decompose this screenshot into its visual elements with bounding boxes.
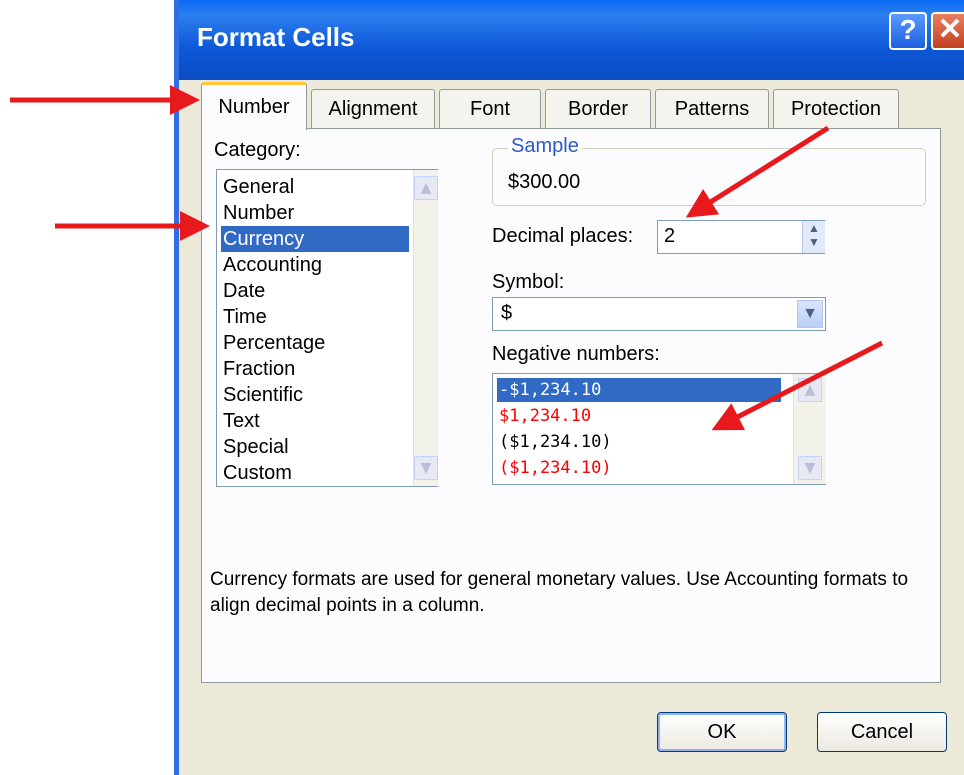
category-label: Category:: [214, 139, 301, 161]
category-item[interactable]: Scientific: [221, 382, 303, 408]
negative-numbers-label: Negative numbers:: [492, 343, 660, 365]
help-button[interactable]: ?: [889, 12, 927, 50]
category-item[interactable]: Currency: [221, 226, 409, 252]
negative-numbers-scrollbar[interactable]: ▲ ▼: [793, 374, 826, 484]
close-button[interactable]: ✕: [931, 12, 964, 50]
scroll-down-arrow-icon[interactable]: ▼: [414, 456, 438, 480]
symbol-label: Symbol:: [492, 271, 565, 293]
negative-number-option[interactable]: -$1,234.10: [497, 378, 781, 402]
chevron-down-icon[interactable]: ▼: [797, 300, 823, 328]
tab-patterns[interactable]: Patterns: [655, 89, 769, 129]
sample-value: $300.00: [508, 171, 581, 193]
category-item[interactable]: Number: [221, 200, 294, 226]
negative-numbers-listbox[interactable]: -$1,234.10 $1,234.10 ($1,234.10) ($1,234.10…: [492, 373, 826, 485]
tab-border[interactable]: Border: [545, 89, 651, 129]
cancel-button[interactable]: Cancel: [817, 712, 947, 752]
category-item[interactable]: Custom: [221, 460, 292, 486]
decimal-places-value: 2: [664, 225, 676, 247]
ok-button[interactable]: OK: [657, 712, 787, 752]
number-tab-panel: Category: General Number Currency Accountin…: [201, 128, 941, 683]
symbol-value: $: [501, 302, 513, 324]
decimal-places-label: Decimal places:: [492, 225, 634, 247]
scroll-up-arrow-icon[interactable]: ▲: [798, 378, 822, 402]
spin-up-icon[interactable]: ▲: [803, 221, 825, 235]
decimal-places-spinner[interactable]: ▲ ▼: [802, 221, 825, 253]
tab-number[interactable]: Number: [201, 82, 307, 130]
tab-strip: Number Alignment Font Border Patterns Pr…: [201, 82, 961, 130]
tab-alignment[interactable]: Alignment: [311, 89, 435, 129]
category-item[interactable]: Accounting: [221, 252, 322, 278]
category-item[interactable]: Fraction: [221, 356, 295, 382]
negative-number-option[interactable]: ($1,234.10): [497, 456, 612, 480]
tab-font[interactable]: Font: [439, 89, 541, 129]
category-item[interactable]: Date: [221, 278, 265, 304]
scroll-down-arrow-icon[interactable]: ▼: [798, 456, 822, 480]
negative-number-option[interactable]: $1,234.10: [497, 404, 591, 428]
format-cells-dialog: Format Cells ? ✕ Number Alignment Font B…: [174, 0, 964, 775]
category-item[interactable]: Text: [221, 408, 260, 434]
category-item[interactable]: Percentage: [221, 330, 325, 356]
category-item[interactable]: Special: [221, 434, 289, 460]
spin-down-icon[interactable]: ▼: [803, 235, 825, 249]
category-listbox[interactable]: General Number Currency Accounting Date Time P…: [216, 169, 438, 487]
sample-label: Sample: [508, 135, 582, 158]
negative-number-option[interactable]: ($1,234.10): [497, 430, 612, 454]
scroll-up-arrow-icon[interactable]: ▲: [414, 176, 438, 200]
decimal-places-input[interactable]: 2 ▲ ▼: [657, 220, 825, 254]
dialog-title: Format Cells: [197, 22, 355, 52]
category-item[interactable]: Time: [221, 304, 267, 330]
category-item[interactable]: General: [221, 174, 294, 200]
category-scrollbar[interactable]: ▲ ▼: [413, 170, 438, 486]
tab-protection[interactable]: Protection: [773, 89, 899, 129]
symbol-dropdown[interactable]: $ ▼: [492, 297, 826, 331]
title-bar: Format Cells ? ✕: [179, 0, 964, 80]
format-description: Currency formats are used for general mo…: [210, 569, 909, 616]
